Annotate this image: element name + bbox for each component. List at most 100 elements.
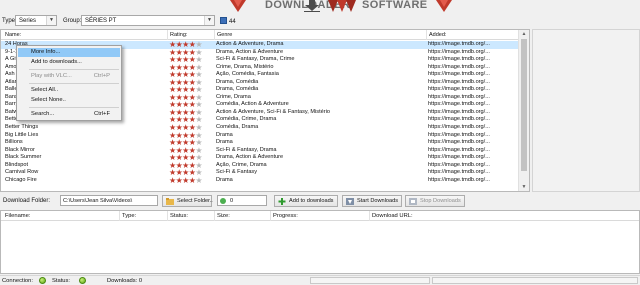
menu-item-select-none[interactable]: Select None.. xyxy=(18,96,120,105)
connection-label: Connection: xyxy=(2,278,33,284)
group-select-value: SÉRIES PT xyxy=(85,18,117,24)
cell-name: Black Summer xyxy=(5,154,42,161)
queue-col-filename[interactable]: Filename: xyxy=(5,213,30,219)
table-row[interactable]: Blindspot ★★★★★ Ação, Crime, Drama https://… xyxy=(1,161,519,170)
cell-genre: Drama, Action & Adventure xyxy=(216,48,284,55)
star-icon: ★ xyxy=(182,175,189,185)
menu-item-more-info[interactable]: More Info... xyxy=(18,48,120,57)
table-row[interactable]: Billions ★★★★★ Drama https://image.tmdb.org… xyxy=(1,139,519,147)
chevron-down-icon[interactable]: ▼ xyxy=(204,16,214,25)
cell-added: https://image.tmdb.org/... xyxy=(428,176,490,183)
cell-genre: Comédia, Crime, Drama xyxy=(216,116,277,123)
menu-item-search[interactable]: Search... Ctrl+F xyxy=(18,110,120,119)
star-icon: ★ xyxy=(195,175,202,185)
cell-added: https://image.tmdb.org/... xyxy=(428,71,490,78)
cell-added: https://image.tmdb.org/... xyxy=(428,169,490,176)
menu-item-play-vlc[interactable]: Play with VLC... Ctrl+P xyxy=(18,72,120,81)
cell-genre: Ação, Comédia, Fantasia xyxy=(216,71,279,78)
cell-added: https://image.tmdb.org/... xyxy=(428,154,490,161)
folder-icon xyxy=(166,198,174,205)
cell-added: https://image.tmdb.org/... xyxy=(428,56,490,63)
menu-separator xyxy=(29,83,119,84)
queue-col-progress[interactable]: Progress: xyxy=(273,213,298,219)
app-banner: DOWNLOADER SOFTWARE xyxy=(0,0,640,14)
start-downloads-button[interactable]: Start Downloads xyxy=(342,195,402,207)
filter-bar: Type: Series ▼ Group: SÉRIES PT ▼ 44 xyxy=(0,14,530,28)
column-header-rating[interactable]: Rating: xyxy=(170,32,187,38)
cell-added: https://image.tmdb.org/... xyxy=(428,41,490,47)
table-row[interactable]: Better Things ★★★★★ Comédia, Drama https://… xyxy=(1,124,519,132)
banner-word-right: SOFTWARE xyxy=(362,0,428,11)
cell-name: Black Mirror xyxy=(5,146,35,153)
list-count-icon xyxy=(220,17,227,24)
scroll-down-icon[interactable]: ▼ xyxy=(519,183,529,191)
table-scrollbar[interactable]: ▲ ▼ xyxy=(518,30,529,191)
cell-genre: Drama, Comédia xyxy=(216,86,259,93)
queue-header: Filename: Type: Status: Size: Progress: … xyxy=(1,211,639,221)
table-row[interactable]: Carnival Row ★★★★★ Sci-Fi & Fantasy https:/… xyxy=(1,169,519,177)
poster-preview-panel xyxy=(532,29,640,192)
cell-genre: Comédia, Drama xyxy=(216,124,259,131)
download-arrow-icon xyxy=(304,0,320,12)
column-header-name[interactable]: Name: xyxy=(5,32,21,38)
counter-icon xyxy=(220,198,226,204)
queue-col-size[interactable]: Size: xyxy=(217,213,230,219)
download-folder-input[interactable]: C:\Users\Jean Silva\Videos\ xyxy=(60,195,158,206)
add-to-downloads-button[interactable]: Add to downloads xyxy=(274,195,338,207)
group-select[interactable]: SÉRIES PT ▼ xyxy=(81,15,215,26)
cell-genre: Drama xyxy=(216,176,233,183)
download-folder-label: Download Folder: xyxy=(3,198,51,204)
cell-genre: Comédia, Action & Adventure xyxy=(216,101,289,108)
menu-separator xyxy=(29,107,119,108)
cell-name: Better Things xyxy=(5,124,39,131)
table-row[interactable]: Black Mirror ★★★★★ Sci-Fi & Fantasy, Drama… xyxy=(1,146,519,155)
queue-col-status[interactable]: Status: xyxy=(170,213,188,219)
star-icon: ★ xyxy=(169,175,176,185)
download-bar: Download Folder: C:\Users\Jean Silva\Vid… xyxy=(0,194,640,208)
menu-item-add-to-downloads[interactable]: Add to downloads... xyxy=(18,58,120,67)
cell-added: https://image.tmdb.org/... xyxy=(428,139,490,146)
type-select[interactable]: Series ▼ xyxy=(15,15,57,26)
downloads-count-label: Downloads: 0 xyxy=(107,278,143,284)
cell-added: https://image.tmdb.org/... xyxy=(428,78,490,85)
select-folder-button[interactable]: Select Folder.. xyxy=(162,195,213,207)
status-indicator-icon xyxy=(79,277,86,284)
cell-genre: Ação, Crime, Drama xyxy=(216,161,267,168)
queue-col-type[interactable]: Type: xyxy=(122,213,136,219)
start-download-icon xyxy=(346,198,354,205)
status-message-area xyxy=(432,277,638,284)
column-header-genre[interactable]: Genre xyxy=(217,32,232,38)
cell-genre: Sci-Fi & Fantasy xyxy=(216,169,258,176)
column-header-added[interactable]: Added: xyxy=(429,32,446,38)
cell-added: https://image.tmdb.org/... xyxy=(428,48,490,55)
table-header: Name: Rating: Genre Added: xyxy=(1,30,519,40)
add-icon xyxy=(278,198,286,205)
cell-added: https://image.tmdb.org/... xyxy=(428,146,490,153)
queue-col-download-url[interactable]: Download URL: xyxy=(372,213,413,219)
table-row[interactable]: Black Summer ★★★★★ Drama, Action & Adventu… xyxy=(1,154,519,162)
cell-genre: Drama, Action & Adventure xyxy=(216,154,284,161)
shortcut-ctrl-p: Ctrl+P xyxy=(93,73,110,79)
shortcut-ctrl-f: Ctrl+F xyxy=(94,111,110,117)
cell-added: https://image.tmdb.org/... xyxy=(428,86,490,93)
cell-added: https://image.tmdb.org/... xyxy=(428,161,490,168)
menu-separator xyxy=(29,69,119,70)
cell-added: https://image.tmdb.org/... xyxy=(428,124,490,131)
scroll-up-icon[interactable]: ▲ xyxy=(519,30,529,38)
cell-genre: Sci-Fi & Fantasy, Drama, Crime xyxy=(216,56,295,63)
menu-item-select-all[interactable]: Select All.. xyxy=(18,86,120,95)
cell-added: https://image.tmdb.org/... xyxy=(428,63,490,70)
stop-downloads-button[interactable]: Stop Downloads xyxy=(405,195,465,207)
table-row[interactable]: Big Little Lies ★★★★★ Drama https://image.t… xyxy=(1,131,519,140)
cell-genre: Crime, Drama, Mistério xyxy=(216,63,274,70)
cell-added: https://image.tmdb.org/... xyxy=(428,131,490,138)
cell-name: Billions xyxy=(5,139,23,146)
cell-genre: Crime, Drama xyxy=(216,93,251,100)
status-label: Status: xyxy=(52,278,71,284)
cell-added: https://image.tmdb.org/... xyxy=(428,108,490,115)
cell-genre: Drama xyxy=(216,139,233,146)
scrollbar-thumb[interactable] xyxy=(521,39,527,171)
table-row[interactable]: Chicago Fire ★★★★★ Drama https://image.tmdb… xyxy=(1,175,519,185)
cell-name: Big Little Lies xyxy=(5,131,39,138)
chevron-down-icon[interactable]: ▼ xyxy=(46,16,56,25)
